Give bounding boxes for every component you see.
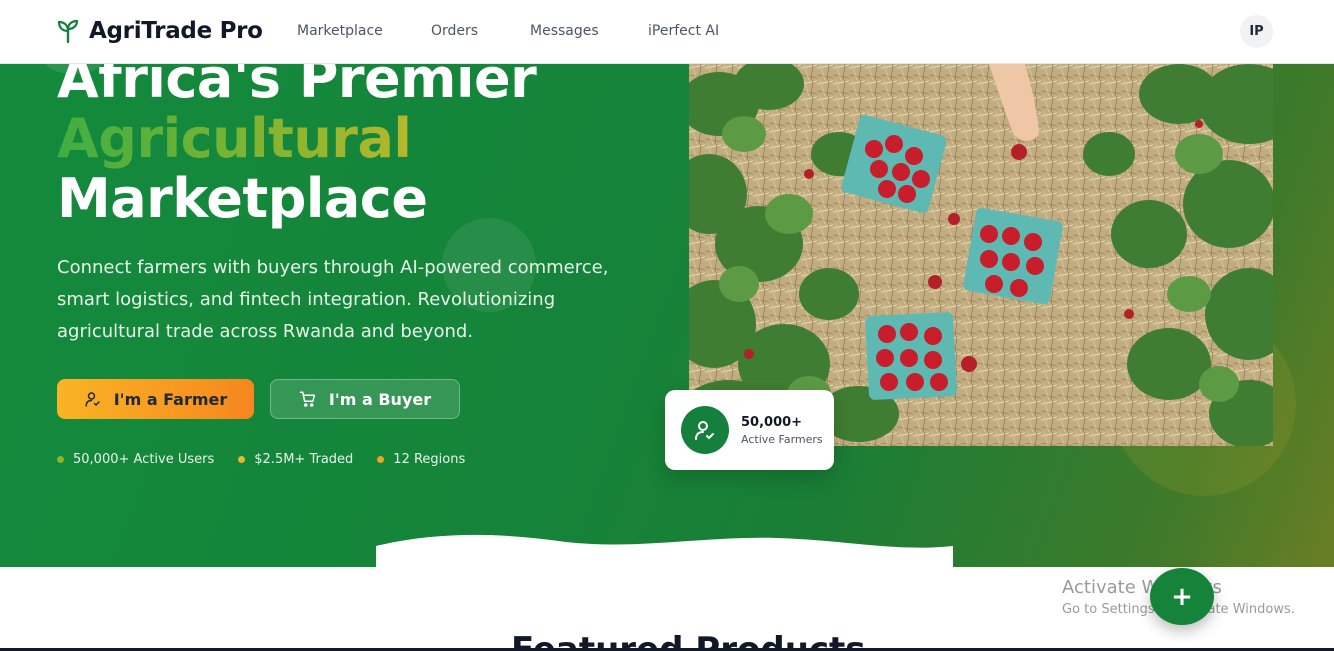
headline-line-3: Marketplace <box>57 167 428 230</box>
stat-item: 12 Regions <box>377 452 465 467</box>
nav-orders[interactable]: Orders <box>431 23 478 39</box>
stat-item: $2.5M+ Traded <box>238 452 353 467</box>
active-farmers-card: 50,000+ Active Farmers <box>665 390 834 470</box>
stat-traded: $2.5M+ Traded <box>254 452 354 467</box>
stat-dot <box>57 456 64 463</box>
hero-subtitle: Connect farmers with buyers through AI-p… <box>57 257 609 342</box>
active-farmers-label: Active Farmers <box>741 432 823 446</box>
sprout-icon <box>57 19 79 43</box>
stat-item: 50,000+ Active Users <box>57 452 214 467</box>
farmer-button[interactable]: I'm a Farmer <box>57 379 254 419</box>
active-farmers-count: 50,000+ <box>741 414 803 430</box>
hero-section: Africa's Premier Agricultural Marketplac… <box>0 64 1334 567</box>
nav-marketplace[interactable]: Marketplace <box>297 23 383 39</box>
brand-name: AgriTrade Pro <box>89 18 263 44</box>
user-check-icon <box>681 406 729 454</box>
top-navbar: AgriTrade Pro Marketplace Orders Message… <box>0 0 1334 64</box>
add-fab-button[interactable]: + <box>1150 568 1214 625</box>
shopping-cart-icon <box>299 390 317 408</box>
headline-accent: Agricultural <box>57 109 536 169</box>
stat-regions: 12 Regions <box>393 452 466 467</box>
user-avatar[interactable]: IP <box>1240 15 1273 48</box>
nav-messages[interactable]: Messages <box>530 23 599 39</box>
buyer-button[interactable]: I'm a Buyer <box>270 379 460 419</box>
stat-dot <box>238 456 246 463</box>
hero-stats: 50,000+ Active Users $2.5M+ Traded 12 Re… <box>57 452 489 467</box>
stat-active-users: 50,000+ Active Users <box>73 452 215 467</box>
hero-headline: Africa's Premier Agricultural Marketplac… <box>57 64 537 230</box>
headline-line-1: Africa's Premier <box>57 64 537 110</box>
nav-iperfect-ai[interactable]: iPerfect AI <box>648 23 719 39</box>
buyer-button-label: I'm a Buyer <box>328 389 432 409</box>
user-icon <box>84 390 102 408</box>
brand-logo[interactable]: AgriTrade Pro <box>57 18 263 44</box>
stat-dot <box>377 456 385 463</box>
farmer-button-label: I'm a Farmer <box>113 389 228 409</box>
wave-divider <box>376 534 953 567</box>
hero-image-strawberry-field <box>689 64 1273 446</box>
